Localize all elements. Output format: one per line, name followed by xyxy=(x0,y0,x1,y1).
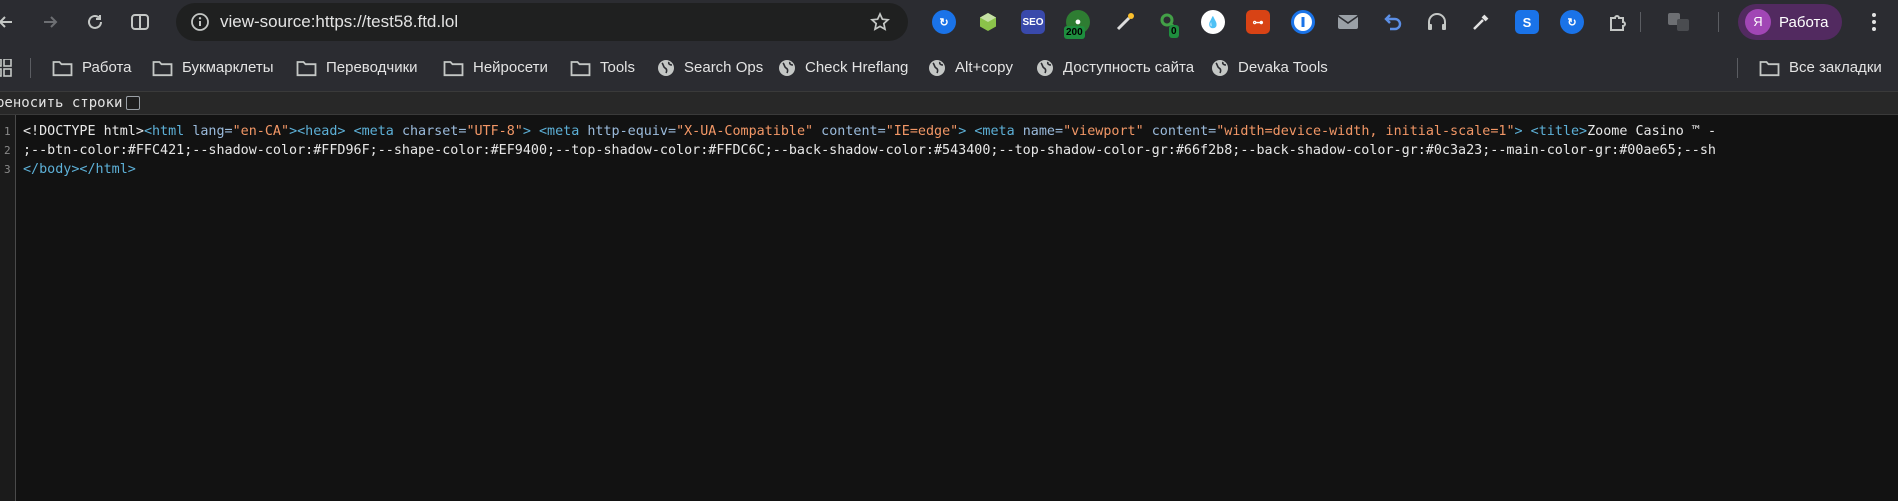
profile-name: Работа xyxy=(1779,13,1829,31)
globe-icon xyxy=(1212,59,1228,76)
extension-key-badge: 0 xyxy=(1169,25,1179,38)
forward-button[interactable] xyxy=(36,8,64,36)
bookmark-star-icon[interactable] xyxy=(870,11,890,32)
bookmark-folder-neural[interactable]: Нейросети xyxy=(443,54,548,81)
bookmark-label: Переводчики xyxy=(326,59,418,76)
globe-icon xyxy=(929,59,945,76)
bookmarks-divider xyxy=(30,58,31,78)
extension-translate-blue-icon[interactable]: ↻ xyxy=(1560,10,1584,34)
eyedropper-icon[interactable] xyxy=(1469,10,1493,34)
bookmark-folder-translators[interactable]: Переводчики xyxy=(296,54,418,81)
bookmark-check-hreflang[interactable]: Check Hreflang xyxy=(778,54,908,81)
arrow-right-icon xyxy=(44,16,58,28)
arrow-left-icon xyxy=(0,16,12,28)
translate-page-icon[interactable] xyxy=(1667,10,1691,34)
bookmark-alt-copy[interactable]: Alt+copy xyxy=(928,54,1013,81)
extension-red-icon[interactable]: ⊶ xyxy=(1246,10,1270,34)
address-url[interactable]: view-source:https://test58.ftd.lol xyxy=(220,3,458,41)
line-number: 2 xyxy=(4,144,11,157)
source-code: </body></html> xyxy=(23,162,136,177)
bookmark-label: Check Hreflang xyxy=(805,59,909,76)
bookmark-label: Search Ops xyxy=(684,59,764,76)
all-bookmarks-label: Все закладки xyxy=(1789,59,1882,76)
line-wrap-checkbox[interactable] xyxy=(126,96,141,110)
profile-button[interactable]: Я Работа xyxy=(1738,4,1842,40)
source-code: ;--btn-color:#FFC421;--shadow-color:#FFD… xyxy=(23,143,1716,158)
apps-icon[interactable] xyxy=(0,58,12,77)
bookmark-label: Tools xyxy=(600,59,636,76)
extension-translate-icon[interactable]: ↻ xyxy=(932,10,956,34)
back-button[interactable] xyxy=(0,8,20,36)
globe-icon xyxy=(658,59,674,76)
bookmark-folder-rabota[interactable]: Работа xyxy=(52,54,132,81)
line-wrap-label: реносить строки xyxy=(0,95,123,111)
browser-menu-icon[interactable] xyxy=(1864,10,1884,34)
bookmarks-divider xyxy=(1737,58,1738,78)
address-bar[interactable]: view-source:https://test58.ftd.lol xyxy=(176,3,908,41)
bookmark-devaka-tools[interactable]: Devaka Tools xyxy=(1211,54,1328,81)
extension-s-icon[interactable]: S xyxy=(1515,10,1539,34)
extension-cube-icon[interactable] xyxy=(976,10,1000,34)
reload-icon xyxy=(88,14,102,29)
line-number: 3 xyxy=(4,163,11,176)
source-code: <!DOCTYPE html><html lang="en-CA"><head>… xyxy=(23,124,1717,139)
bookmark-folder-bookmarklets[interactable]: Букмарклеты xyxy=(152,54,274,81)
mail-icon[interactable] xyxy=(1336,10,1360,34)
source-view: 1 <!DOCTYPE html><html lang="en-CA"><hea… xyxy=(0,115,1898,501)
bookmark-label: Доступность сайта xyxy=(1063,59,1195,76)
folder-icon xyxy=(570,60,591,76)
bookmark-label: Devaka Tools xyxy=(1238,59,1328,76)
line-number: 1 xyxy=(4,125,11,138)
extension-seo-icon[interactable]: SEO xyxy=(1021,10,1045,34)
site-info-icon[interactable] xyxy=(190,12,210,32)
bookmark-label: Нейросети xyxy=(473,59,548,76)
bookmarks-bar: Работа Букмарклеты Переводчики Нейросети… xyxy=(0,44,1898,91)
split-view-button[interactable] xyxy=(126,8,154,36)
bookmark-folder-tools[interactable]: Tools xyxy=(570,54,635,81)
folder-icon xyxy=(443,60,464,76)
toolbar-divider xyxy=(1640,12,1641,32)
line-wrap-bar: реносить строки xyxy=(0,91,1898,115)
folder-icon xyxy=(296,60,317,76)
bookmark-site-accessibility[interactable]: Доступность сайта xyxy=(1036,54,1194,81)
extension-wand-icon[interactable] xyxy=(1113,10,1137,34)
globe-icon xyxy=(1037,59,1053,76)
headphones-icon[interactable] xyxy=(1425,10,1449,34)
extension-onepassword-icon[interactable] xyxy=(1291,10,1315,34)
split-view-icon xyxy=(131,14,149,30)
extension-drop-icon[interactable]: 💧 xyxy=(1201,10,1225,34)
folder-icon xyxy=(152,60,173,76)
bookmark-search-ops[interactable]: Search Ops xyxy=(657,54,763,81)
browser-toolbar: view-source:https://test58.ftd.lol ↻ SEO… xyxy=(0,0,1898,44)
extension-badge-count: 200 xyxy=(1064,26,1085,39)
bookmark-label: Alt+copy xyxy=(955,59,1013,76)
folder-icon xyxy=(52,60,73,76)
undo-icon[interactable] xyxy=(1380,10,1404,34)
globe-icon xyxy=(779,59,795,76)
avatar: Я xyxy=(1745,9,1771,35)
bookmark-label: Букмарклеты xyxy=(182,59,274,76)
folder-icon xyxy=(1759,60,1780,76)
all-bookmarks-button[interactable]: Все закладки xyxy=(1759,54,1882,81)
extensions-puzzle-icon[interactable] xyxy=(1606,10,1630,34)
bookmark-label: Работа xyxy=(82,59,132,76)
reload-button[interactable] xyxy=(81,8,109,36)
toolbar-divider xyxy=(1718,12,1719,32)
